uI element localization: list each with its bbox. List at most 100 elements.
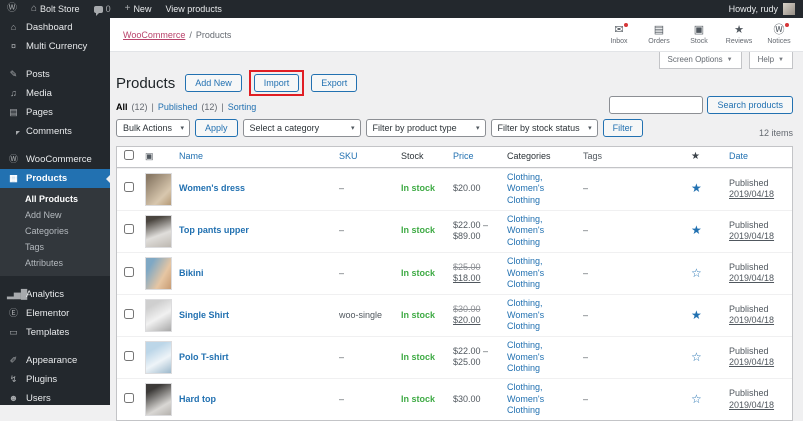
stock-status: In stock (401, 351, 436, 362)
activity-notices[interactable]: Ⓦ Notices (759, 22, 799, 47)
sidebar-item-label: Appearance (26, 355, 78, 366)
stock-status-filter-select[interactable]: Filter by stock status ▾ (490, 119, 598, 137)
sidebar-item-dashboard[interactable]: ⌂ Dashboard (0, 18, 110, 37)
submenu-categories[interactable]: Categories (0, 223, 110, 239)
date-cell: Published 2019/04/18 (725, 385, 792, 414)
publish-date: 2019/04/18 (729, 399, 775, 410)
help-button[interactable]: Help ▼ (748, 52, 793, 69)
submenu-attributes[interactable]: Attributes (0, 255, 110, 271)
featured-star-toggle[interactable]: ☆ (691, 350, 702, 364)
import-annotation-box: Import (248, 70, 305, 96)
submenu-add-new[interactable]: Add New (0, 207, 110, 223)
site-name-menu[interactable]: ⌂ Bolt Store (24, 0, 87, 18)
filter-button[interactable]: Filter (602, 119, 643, 137)
product-thumbnail[interactable] (145, 172, 172, 206)
product-name-link[interactable]: Bikini (179, 268, 204, 278)
product-thumbnail[interactable] (145, 383, 172, 417)
featured-star-toggle[interactable]: ☆ (691, 392, 702, 406)
product-name-link[interactable]: Top pants upper (179, 225, 249, 235)
new-content-menu[interactable]: + New (118, 0, 159, 18)
product-name-link[interactable]: Single Shirt (179, 310, 229, 320)
row-checkbox[interactable] (124, 350, 134, 361)
sidebar-item-label: Multi Currency (26, 41, 88, 52)
row-checkbox[interactable] (124, 224, 134, 235)
row-checkbox[interactable] (124, 266, 134, 277)
view-published-link[interactable]: Published (158, 102, 198, 112)
sidebar-item-elementor[interactable]: Ⓔ Elementor (0, 304, 110, 323)
publish-date: 2019/04/18 (729, 357, 775, 368)
sidebar-item-analytics[interactable]: ▂▅█ Analytics (0, 285, 110, 304)
tags-cell: – (583, 351, 589, 362)
sidebar-item-multi-currency[interactable]: ¤ Multi Currency (0, 37, 110, 56)
product-thumbnail[interactable] (145, 214, 172, 248)
avatar (783, 3, 795, 15)
view-all-link[interactable]: All (116, 102, 128, 112)
sidebar-item-media[interactable]: ♫ Media (0, 84, 110, 103)
select-all-checkbox[interactable] (124, 150, 134, 160)
product-name-link[interactable]: Women's dress (179, 183, 245, 193)
featured-star-toggle[interactable]: ★ (691, 308, 702, 322)
view-separator: | (151, 102, 154, 112)
publish-status: Published (729, 345, 769, 356)
product-type-filter-select[interactable]: Filter by product type ▾ (365, 119, 486, 137)
sidebar-item-plugins[interactable]: ↯ Plugins (0, 370, 110, 389)
submenu-all-products[interactable]: All Products (0, 191, 110, 207)
stock-status: In stock (401, 393, 436, 404)
featured-star-toggle[interactable]: ★ (691, 181, 702, 195)
export-button[interactable]: Export (311, 74, 358, 92)
apply-button[interactable]: Apply (195, 119, 238, 137)
product-thumbnail[interactable] (145, 298, 172, 332)
sidebar-item-posts[interactable]: ✎ Posts (0, 65, 110, 84)
product-thumbnail[interactable] (145, 340, 172, 374)
category-links[interactable]: Clothing, Women's Clothing (507, 256, 544, 289)
view-sorting-link[interactable]: Sorting (228, 102, 257, 112)
featured-star-toggle[interactable]: ★ (691, 223, 702, 237)
publish-status: Published (729, 387, 769, 398)
product-thumbnail[interactable] (145, 256, 172, 290)
sidebar-item-woocommerce[interactable]: Ⓦ WooCommerce (0, 150, 110, 169)
product-name-link[interactable]: Polo T-shirt (179, 352, 229, 362)
search-area: Search products (609, 96, 793, 114)
row-checkbox[interactable] (124, 308, 134, 319)
sidebar-item-pages[interactable]: ▤ Pages (0, 103, 110, 122)
column-header-sku[interactable]: SKU (339, 151, 358, 161)
category-links[interactable]: Clothing, Women's Clothing (507, 214, 544, 247)
product-name-link[interactable]: Hard top (179, 394, 216, 404)
featured-star-toggle[interactable]: ☆ (691, 266, 702, 280)
row-checkbox[interactable] (124, 182, 134, 193)
category-links[interactable]: Clothing, Women's Clothing (507, 340, 544, 373)
comments-menu[interactable]: 0 (87, 0, 118, 18)
view-products-menu[interactable]: View products (158, 0, 228, 18)
category-links[interactable]: Clothing, Women's Clothing (507, 382, 544, 415)
category-filter-select[interactable]: Select a category ▾ (242, 119, 361, 137)
bulk-actions-select[interactable]: Bulk Actions ▾ (116, 119, 191, 137)
sidebar-item-templates[interactable]: ▭ Templates (0, 323, 110, 342)
add-new-button[interactable]: Add New (185, 74, 242, 92)
search-products-button[interactable]: Search products (707, 96, 793, 114)
menu-separator (0, 342, 110, 351)
submenu-tags[interactable]: Tags (0, 239, 110, 255)
column-header-stock: Stock (401, 151, 424, 161)
column-header-price[interactable]: Price (453, 151, 474, 161)
column-header-name[interactable]: Name (179, 151, 203, 161)
search-input[interactable] (609, 96, 704, 114)
import-button[interactable]: Import (253, 74, 300, 92)
column-header-date[interactable]: Date (729, 151, 748, 161)
sidebar-item-appearance[interactable]: ✐ Appearance (0, 351, 110, 370)
wordpress-logo-menu[interactable]: Ⓦ (0, 0, 24, 18)
row-checkbox[interactable] (124, 392, 134, 403)
activity-reviews[interactable]: ★ Reviews (719, 23, 759, 47)
activity-orders[interactable]: ▤ Orders (639, 23, 679, 47)
activity-stock[interactable]: ▣ Stock (679, 23, 719, 47)
sidebar-item-label: Plugins (26, 374, 58, 385)
sidebar-item-products[interactable]: ▦ Products (0, 169, 110, 188)
sidebar-item-comments[interactable]: Comments (0, 122, 110, 141)
activity-inbox[interactable]: ✉ Inbox (599, 22, 639, 47)
screen-options-button[interactable]: Screen Options ▼ (658, 52, 742, 69)
category-links[interactable]: Clothing, Women's Clothing (507, 172, 544, 205)
sidebar-item-users[interactable]: ☻ Users (0, 389, 110, 408)
price-regular: $30.00 (453, 393, 481, 404)
category-links[interactable]: Clothing, Women's Clothing (507, 298, 544, 331)
account-menu[interactable]: Howdy, rudy (729, 3, 803, 15)
breadcrumb-woocommerce-link[interactable]: WooCommerce (123, 30, 185, 40)
